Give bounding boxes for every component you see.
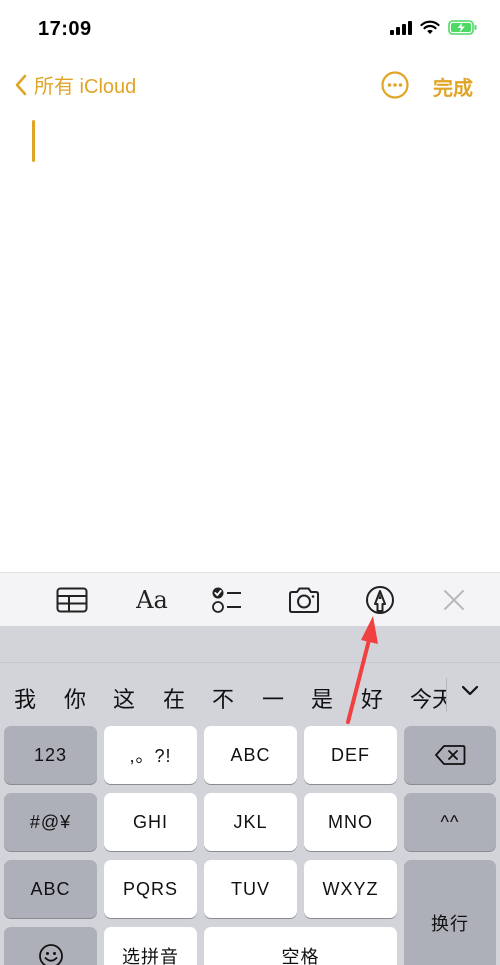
arrowhead-icon — [361, 616, 378, 644]
annotation-arrow — [346, 616, 378, 724]
